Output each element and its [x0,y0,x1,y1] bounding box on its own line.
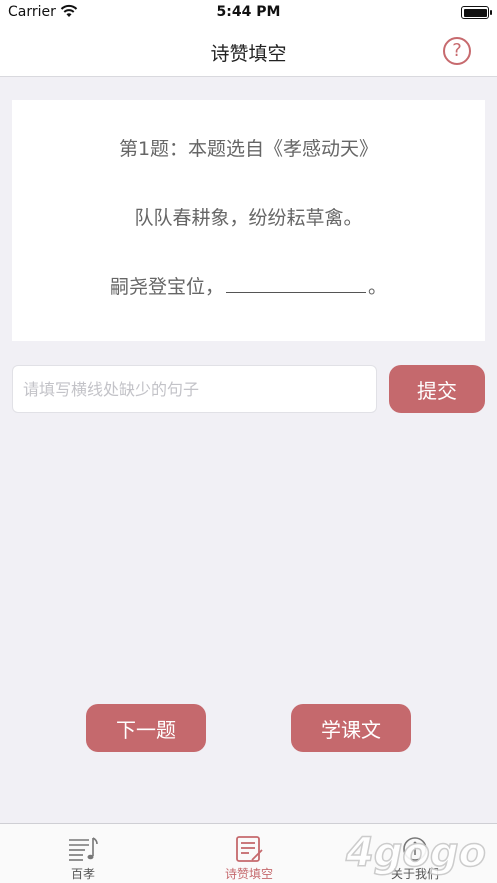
info-icon [403,837,427,861]
nav-bar: 诗赞填空 ? [0,26,497,77]
help-icon[interactable]: ? [443,37,471,65]
status-time: 5:44 PM [216,4,281,20]
poem-line-2-suffix: 。 [368,276,388,298]
poem-line-1: 队队春耕象，纷纷耘草禽。 [134,207,363,229]
question-title: 第1题：本题选自《孝感动天》 [118,138,379,160]
tab-poem-fill[interactable]: 诗赞填空 [166,824,332,883]
tab-bar: 百孝 诗赞填空 关于我们 [0,823,497,883]
poem-line-2: 嗣尧登宝位， 。 [12,272,485,299]
edit-note-icon [236,836,263,862]
battery-icon [461,6,492,19]
answer-input[interactable] [12,365,377,413]
status-bar: Carrier 5:44 PM [0,0,497,26]
poem-line-2-prefix: 嗣尧登宝位， [109,276,224,298]
next-question-button[interactable]: 下一题 [86,704,206,752]
tab-about-us[interactable]: 关于我们 [332,824,497,883]
learn-text-button[interactable]: 学课文 [291,704,411,752]
tab-baixiao[interactable]: 百孝 [0,824,166,883]
tab-label: 百孝 [70,867,95,881]
answer-blank [226,275,366,293]
tab-label: 关于我们 [390,867,439,881]
page-title: 诗赞填空 [210,43,287,65]
submit-button[interactable]: 提交 [389,365,485,413]
tab-label: 诗赞填空 [224,867,273,881]
music-list-icon [69,837,98,861]
question-card: 第1题：本题选自《孝感动天》 队队春耕象，纷纷耘草禽。 嗣尧登宝位， 。 [12,100,485,341]
